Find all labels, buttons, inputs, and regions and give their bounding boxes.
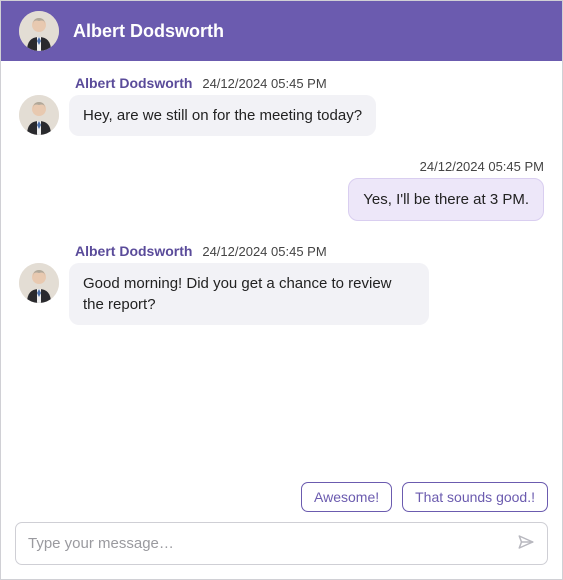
message-avatar [19, 263, 59, 303]
message-timestamp: 24/12/2024 05:45 PM [202, 76, 326, 91]
message-sender: Albert Dodsworth [75, 75, 192, 91]
composer [15, 522, 548, 565]
message-meta: Albert Dodsworth 24/12/2024 05:45 PM [75, 243, 544, 259]
message-outgoing: 24/12/2024 05:45 PM Yes, I'll be there a… [19, 158, 544, 221]
message-bubble: Good morning! Did you get a chance to re… [69, 263, 429, 325]
contact-name: Albert Dodsworth [73, 21, 224, 42]
message-input[interactable] [28, 527, 503, 560]
message-bubble: Hey, are we still on for the meeting tod… [69, 95, 376, 136]
message-sender: Albert Dodsworth [75, 243, 192, 259]
message-timestamp: 24/12/2024 05:45 PM [420, 159, 544, 174]
composer-area: Awesome! That sounds good.! [1, 472, 562, 579]
message-incoming: Albert Dodsworth 24/12/2024 05:45 PM Goo… [19, 243, 544, 325]
message-avatar [19, 95, 59, 135]
send-button[interactable] [511, 529, 541, 559]
send-icon [517, 533, 535, 554]
message-list[interactable]: Albert Dodsworth 24/12/2024 05:45 PM Hey… [1, 61, 562, 472]
message-bubble: Yes, I'll be there at 3 PM. [348, 178, 544, 221]
chat-header: Albert Dodsworth [1, 1, 562, 61]
message-meta: Albert Dodsworth 24/12/2024 05:45 PM [75, 75, 544, 91]
chat-window: Albert Dodsworth Albert Dodsworth 24/12/… [0, 0, 563, 580]
quick-reply-row: Awesome! That sounds good.! [15, 482, 548, 512]
message-meta: 24/12/2024 05:45 PM [420, 158, 544, 174]
message-incoming: Albert Dodsworth 24/12/2024 05:45 PM Hey… [19, 75, 544, 136]
quick-reply-button[interactable]: That sounds good.! [402, 482, 548, 512]
message-timestamp: 24/12/2024 05:45 PM [202, 244, 326, 259]
contact-avatar [19, 11, 59, 51]
quick-reply-button[interactable]: Awesome! [301, 482, 392, 512]
